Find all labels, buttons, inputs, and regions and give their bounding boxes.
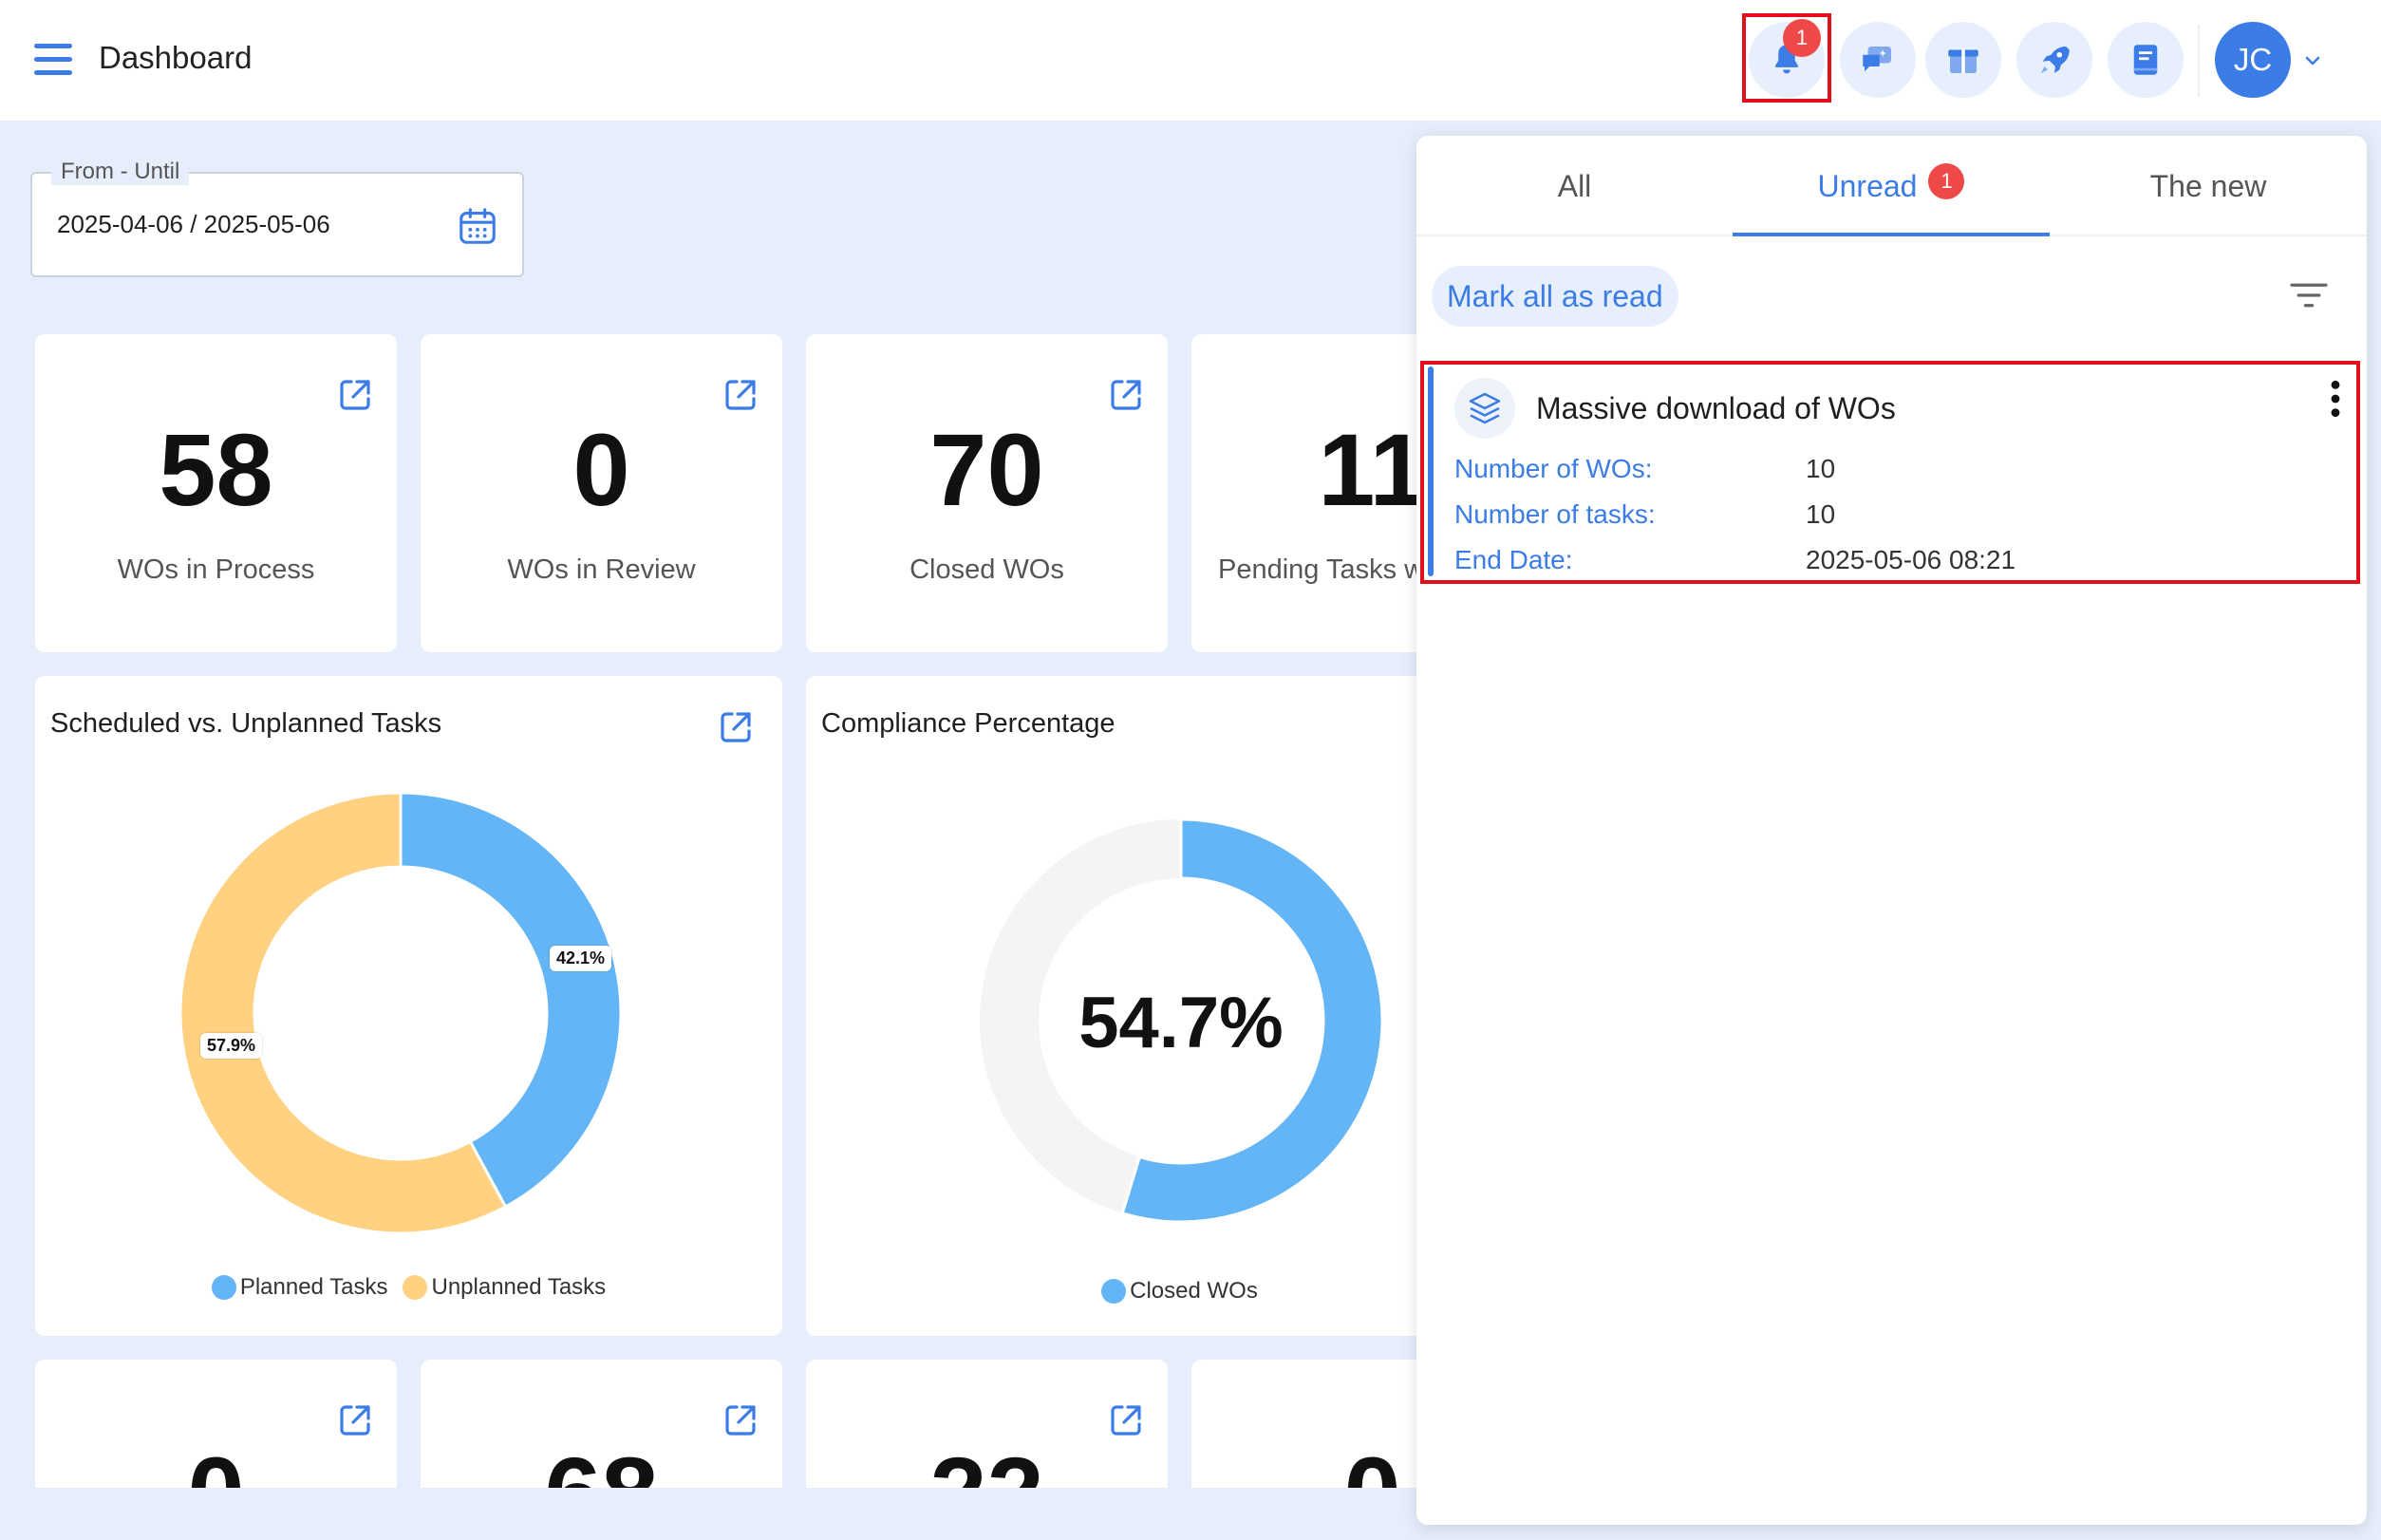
chart-legend: Planned Tasks Unplanned Tasks (35, 1274, 782, 1301)
notifications-panel: All Unread 1 The new Mark all as read Mas… (1416, 136, 2367, 1525)
stat-value: 58 (159, 412, 273, 527)
legend-item-closed[interactable]: Closed WOs (1101, 1278, 1258, 1305)
tab-all[interactable]: All (1416, 136, 1733, 236)
open-external-icon[interactable] (718, 372, 763, 418)
calendar-icon[interactable] (456, 204, 499, 248)
chart-title: Compliance Percentage (821, 708, 1116, 739)
stat-card-bottom-3[interactable]: 22 (806, 1360, 1168, 1488)
more-vertical-icon[interactable] (2324, 378, 2347, 420)
filter-icon[interactable] (2288, 278, 2330, 312)
notification-detail-row: Number of tasks: 10 (1454, 499, 1836, 529)
gift-button[interactable] (1925, 22, 2001, 98)
date-range-field[interactable]: From - Until 2025-04-06 / 2025-05-06 (30, 159, 524, 277)
donut-slice-planned-tasks[interactable] (399, 791, 623, 1210)
notification-icon (1454, 378, 1515, 439)
tab-the-new[interactable]: The new (2050, 136, 2367, 236)
notification-item[interactable]: Massive download of WOs Number of WOs: 10… (1420, 361, 2360, 584)
chevron-down-icon[interactable] (2301, 49, 2324, 72)
notification-tabs: All Unread 1 The new (1416, 136, 2367, 236)
legend-item-planned[interactable]: Planned Tasks (211, 1274, 387, 1301)
tab-unread[interactable]: Unread 1 (1733, 136, 2050, 236)
stat-label: WOs in Process (117, 554, 315, 585)
open-external-icon[interactable] (332, 1398, 378, 1443)
gift-icon (1948, 49, 1978, 73)
docs-button[interactable] (2108, 22, 2184, 98)
book-icon (2133, 45, 2158, 75)
chart-title: Scheduled vs. Unplanned Tasks (50, 708, 442, 739)
rocket-button[interactable] (2016, 22, 2092, 98)
page-title: Dashboard (99, 40, 253, 75)
stat-value: 0 (572, 412, 630, 527)
unread-count-badge: 1 (1928, 163, 1965, 199)
notification-count-badge: 1 (1783, 19, 1821, 57)
layers-icon (1469, 392, 1501, 424)
active-tab-indicator (1733, 233, 2050, 236)
stat-label: Closed WOs (909, 554, 1064, 585)
legend-item-unplanned[interactable]: Unplanned Tasks (403, 1274, 606, 1301)
scheduled-donut-chart (178, 791, 623, 1235)
notification-detail-row: Number of WOs: 10 (1454, 454, 1836, 483)
chat-button[interactable] (1840, 22, 1916, 98)
scheduled-vs-unplanned-card: Scheduled vs. Unplanned Tasks 42.1% 57.9… (35, 676, 782, 1336)
chat-sparkle-icon (1863, 47, 1891, 72)
menu-icon[interactable] (34, 44, 72, 76)
open-external-icon[interactable] (713, 704, 759, 750)
unplanned-percent-label: 57.9% (200, 1033, 263, 1059)
planned-percent-label: 42.1% (550, 946, 612, 971)
open-external-icon[interactable] (1103, 372, 1149, 418)
open-external-icon[interactable] (718, 1398, 763, 1443)
compliance-center-value: 54.7% (1078, 983, 1284, 1063)
mark-all-read-button[interactable]: Mark all as read (1432, 266, 1678, 327)
stat-card-bottom-1[interactable]: 0 (35, 1360, 397, 1488)
open-external-icon[interactable] (1103, 1398, 1149, 1443)
stat-card-wos-in-review[interactable]: 0 WOs in Review (421, 334, 782, 652)
notification-detail-row: End Date: 2025-05-06 08:21 (1454, 545, 2016, 574)
top-bar: Dashboard 1 JC (0, 0, 2381, 121)
stat-card-bottom-2[interactable]: 68 (421, 1360, 782, 1488)
stat-label: WOs in Review (507, 554, 696, 585)
avatar[interactable]: JC (2215, 22, 2291, 98)
date-range-label: From - Until (51, 159, 190, 185)
rocket-icon (2041, 47, 2070, 73)
stat-card-wos-in-process[interactable]: 58 WOs in Process (35, 334, 397, 652)
notification-title: Massive download of WOs (1536, 391, 1896, 425)
toolbar-divider (2198, 25, 2200, 97)
stat-value: 70 (929, 412, 1044, 527)
unread-indicator (1428, 366, 1434, 576)
open-external-icon[interactable] (332, 372, 378, 418)
stat-card-closed-wos[interactable]: 70 Closed WOs (806, 334, 1168, 652)
date-range-value[interactable]: 2025-04-06 / 2025-05-06 (57, 210, 330, 239)
